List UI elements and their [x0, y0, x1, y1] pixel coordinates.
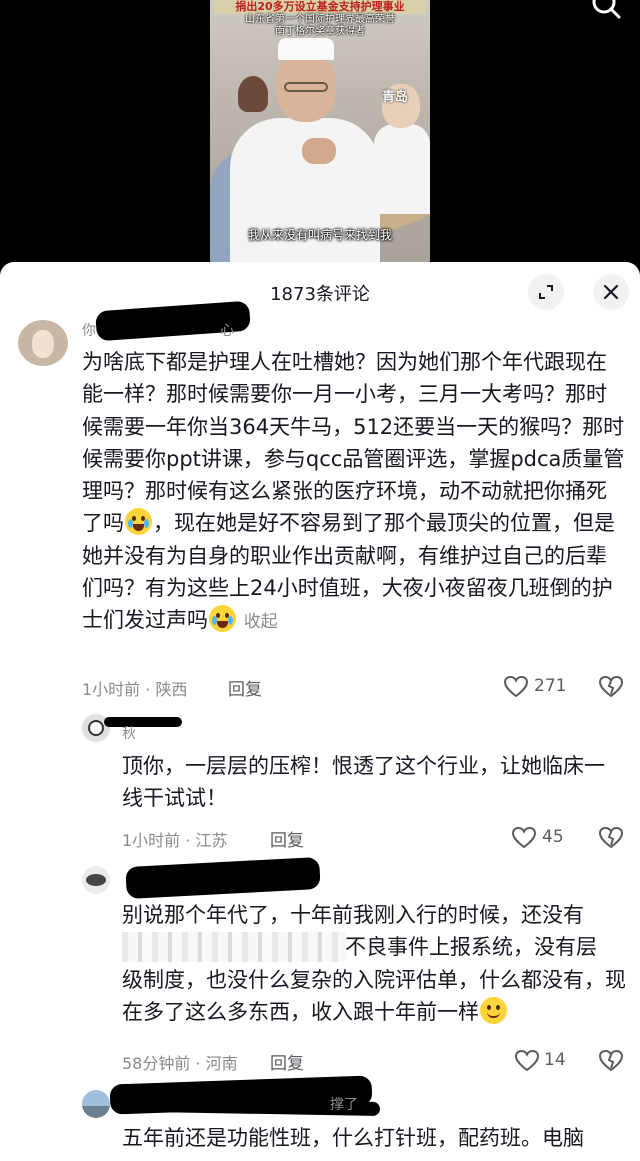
video-subtitle: 我从来没有叫病号来找到我: [247, 228, 392, 242]
comment-text-line: 级制度，也没什么复杂的入院评估单，什么都没有，现在多了这么多东西，收入跟十年前一…: [122, 964, 627, 1029]
reply-button[interactable]: 回复: [270, 1049, 304, 1074]
comment-text: 五年前还是功能性班，什么打针班，配药班。电脑: [122, 1126, 584, 1150]
heart-icon[interactable]: [511, 826, 537, 850]
heart-icon[interactable]: [503, 675, 529, 699]
video-headline: 捐出20多万设立基金支持护理事业: [214, 0, 426, 14]
redaction-mark: [104, 717, 182, 727]
comment-time-location: 58分钟前 · 河南: [122, 1054, 238, 1073]
collapse-link[interactable]: 收起: [244, 612, 278, 632]
comment-text: 顶你，一层层的压榨！恨透了这个行业，让她临床一线干试试！: [122, 754, 605, 811]
nurse-glasses: [284, 82, 328, 92]
video-frame[interactable]: 捐出20多万设立基金支持护理事业 山东省第一个国际护理界最高荣誉 南丁格尔奖章获…: [210, 0, 430, 262]
video-person-right-body: [374, 124, 430, 214]
comment-username-tail: 心: [220, 323, 234, 339]
broken-heart-icon[interactable]: [598, 826, 624, 850]
comment-text-part: 级制度，也没什么复杂的入院评估单，什么都没有，现在多了这么多东西，收入跟十年前一…: [122, 967, 626, 1024]
blurred-text-region: [122, 932, 346, 962]
search-button[interactable]: [590, 0, 624, 22]
reply-button[interactable]: 回复: [228, 675, 262, 700]
video-caption-line1: 山东省第一个国际护理界最高荣誉: [245, 14, 395, 25]
video-caption-line2: 南丁格尔奖章获得者: [275, 26, 365, 37]
comment-text: 为啥底下都是护理人在吐槽她？因为她们那个年代跟现在能一样？那时候需要你一月一小考…: [82, 346, 627, 639]
crying-emoji-icon: [209, 605, 236, 633]
expand-button[interactable]: [528, 274, 564, 310]
comment-text-line: 别说那个年代了，十年前我刚入行的时候，还没有: [122, 903, 584, 927]
comment-text: 别说那个年代了，十年前我刚入行的时候，还没有 不良事件上报系统，没有层 级制度，…: [122, 899, 627, 1028]
avatar[interactable]: [82, 1090, 110, 1118]
close-icon: [603, 284, 619, 300]
avatar[interactable]: [18, 320, 68, 366]
like-count: 271: [534, 676, 567, 696]
avatar[interactable]: [82, 866, 110, 894]
heart-icon[interactable]: [514, 1049, 540, 1073]
comment-time-location: 1小时前 · 陕西: [82, 680, 188, 699]
crying-emoji-icon: [125, 508, 152, 536]
nurse-cap: [278, 38, 334, 60]
comment-time-location: 1小时前 · 江苏: [122, 831, 228, 850]
comment-username[interactable]: 你: [82, 320, 96, 340]
video-player[interactable]: 捐出20多万设立基金支持护理事业 山东省第一个国际护理界最高荣誉 南丁格尔奖章获…: [0, 0, 640, 262]
nurse-hand: [302, 138, 336, 164]
expand-icon: [539, 285, 553, 299]
like-count: 14: [544, 1050, 566, 1070]
broken-heart-icon[interactable]: [598, 675, 624, 699]
comments-sheet: 1873条评论 你 心 为啥底下都是护理人在吐槽她？因为她们那个年代跟现在能一样…: [0, 262, 640, 1161]
comment-username-tail: 撑了: [330, 1097, 358, 1113]
reply-button[interactable]: 回复: [270, 826, 304, 851]
search-icon: [592, 0, 621, 19]
comment-text-part: ，现在她是好不容易到了那个最顶尖的位置，但是她并没有为自身的职业作出贡献啊，有维…: [82, 511, 615, 633]
comment-username[interactable]: 秋: [122, 723, 136, 743]
redaction-mark: [125, 856, 321, 900]
smile-emoji-icon: [480, 996, 507, 1024]
broken-heart-icon[interactable]: [598, 1049, 624, 1073]
close-button[interactable]: [593, 274, 629, 310]
like-count: 45: [542, 827, 564, 847]
video-watermark: 青岛: [382, 90, 409, 105]
comment-text-part: 为啥底下都是护理人在吐槽她？因为她们那个年代跟现在能一样？那时候需要你一月一小考…: [82, 350, 625, 536]
